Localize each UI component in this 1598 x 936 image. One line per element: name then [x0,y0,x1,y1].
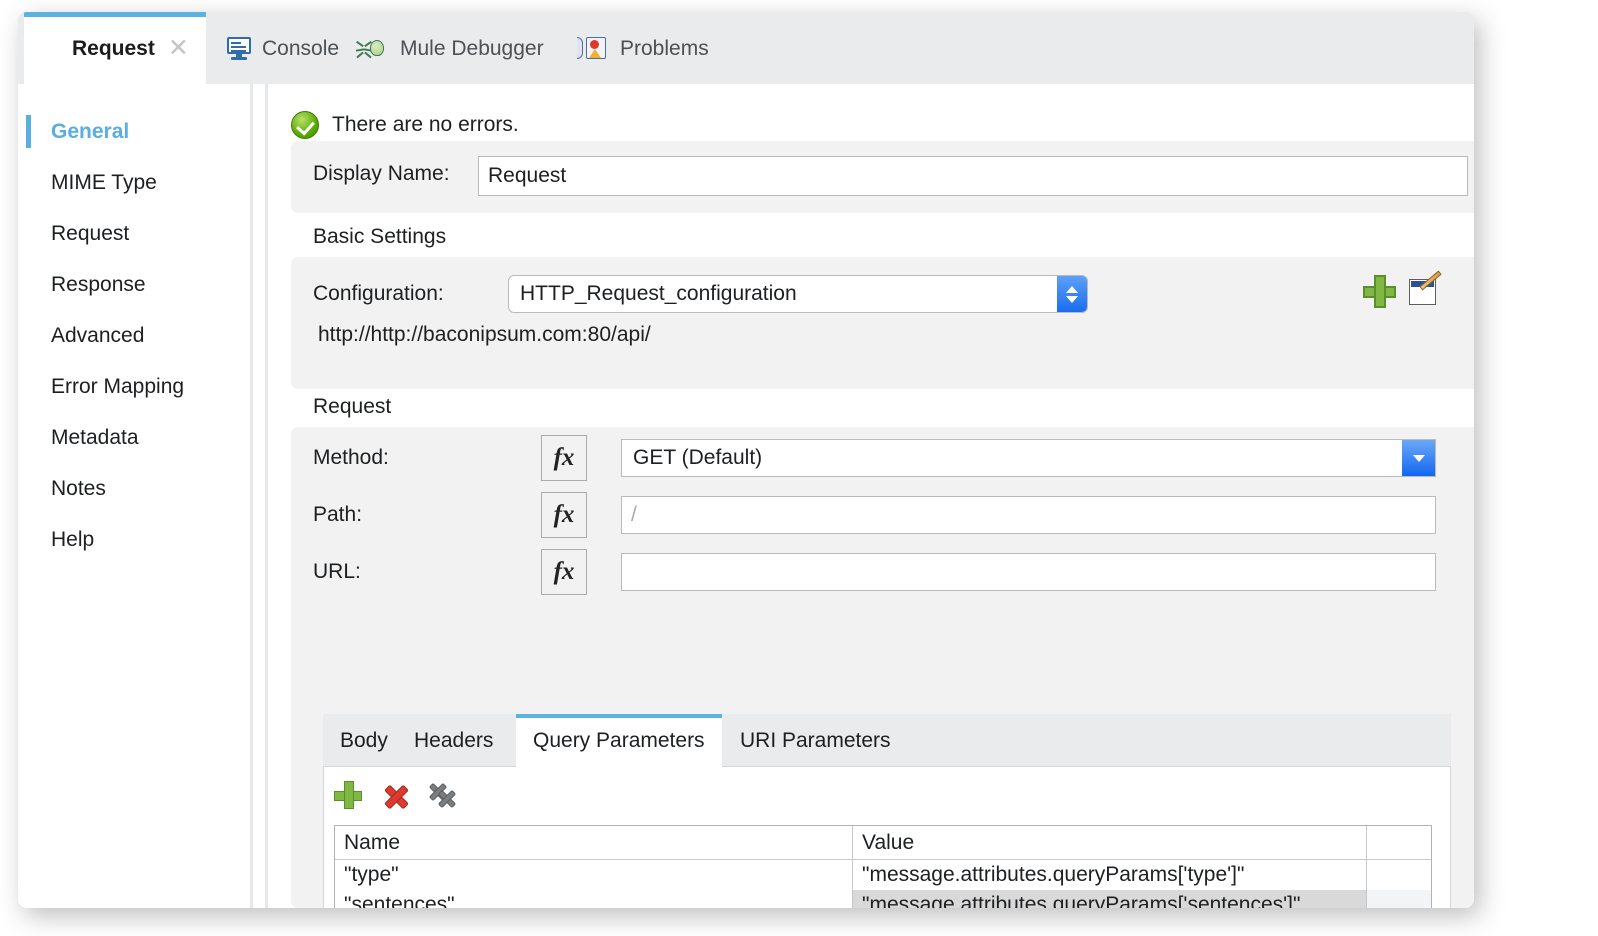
sidebar-item-notes[interactable]: Notes [18,463,250,514]
sidebar-divider [250,84,268,908]
tab-request[interactable]: Request ✕ [24,12,206,84]
sidebar-item-label: Error Mapping [51,375,184,399]
cell-spacer [1367,890,1431,908]
sidebar-item-mime-type[interactable]: MIME Type [18,157,250,208]
basic-settings-group: Configuration: HTTP_Request_configuratio… [291,257,1474,389]
chevron-down-icon[interactable] [1402,440,1435,476]
sidebar-item-response[interactable]: Response [18,259,250,310]
tab-mule-debugger-label: Mule Debugger [400,38,544,59]
sidebar-item-request[interactable]: Request [18,208,250,259]
request-param-tabbar: Body Headers Query Parameters URI Parame… [323,714,1451,767]
chevron-updown-icon[interactable] [1057,276,1087,312]
cell-name[interactable]: "sentences" [335,890,853,908]
delete-row-icon[interactable] [381,781,411,811]
cell-spacer [1367,860,1431,890]
tab-headers-label: Headers [414,729,493,753]
tab-problems-label: Problems [620,38,709,59]
tab-problems[interactable]: Problems [572,12,721,84]
configuration-label: Configuration: [313,282,444,306]
request-group-title: Request [313,395,391,419]
method-expression-button[interactable]: fx [541,435,587,481]
sidebar-item-error-mapping[interactable]: Error Mapping [18,361,250,412]
tab-uri-parameters-label: URI Parameters [740,729,891,753]
status-text: There are no errors. [332,113,519,137]
sidebar-item-label: Metadata [51,426,139,450]
sidebar-item-label: Request [51,222,129,246]
globe-icon [36,35,62,61]
table-row[interactable]: "sentences" "message.attributes.queryPar… [335,890,1431,908]
add-row-icon[interactable] [334,781,364,811]
display-name-input[interactable]: Request [478,156,1468,196]
problems-icon [584,35,610,61]
path-input[interactable]: / [621,496,1436,534]
tab-body-label: Body [340,729,388,753]
column-header-name[interactable]: Name [335,826,853,859]
column-header-spacer [1367,826,1431,859]
configuration-select[interactable]: HTTP_Request_configuration [508,275,1088,313]
column-header-value[interactable]: Value [853,826,1367,859]
check-circle-icon [291,111,319,139]
add-configuration-button[interactable] [1363,275,1396,308]
edit-configuration-button[interactable] [1408,275,1441,308]
sidebar-item-label: Help [51,528,94,552]
sidebar-item-advanced[interactable]: Advanced [18,310,250,361]
sidebar-item-label: Notes [51,477,106,501]
sidebar-item-metadata[interactable]: Metadata [18,412,250,463]
url-expression-button[interactable]: fx [541,549,587,595]
tab-query-parameters[interactable]: Query Parameters [516,714,722,767]
path-expression-button[interactable]: fx [541,492,587,538]
display-name-group: Display Name: Request [291,141,1474,213]
table-row[interactable]: "type" "message.attributes.queryParams['… [335,860,1431,890]
console-icon [226,35,252,61]
basic-settings-title: Basic Settings [313,225,446,249]
tab-console[interactable]: Console [214,12,351,84]
tab-request-label: Request [72,38,155,59]
close-icon[interactable]: ✕ [168,36,189,61]
method-label: Method: [313,446,389,470]
table-toolbar [334,781,458,811]
bug-icon [364,35,390,61]
tab-query-parameters-label: Query Parameters [533,729,705,753]
editor-body: General MIME Type Request Response Advan… [18,84,1474,908]
configuration-select-value: HTTP_Request_configuration [520,282,797,306]
editor-tab-strip: Request ✕ Console Mule Debugge [18,12,1474,84]
sidebar-item-label: Advanced [51,324,144,348]
tab-console-label: Console [262,38,339,59]
path-label: Path: [313,503,362,527]
tab-headers[interactable]: Headers [397,714,510,767]
cell-name[interactable]: "type" [335,860,853,890]
status-message: There are no errors. [291,111,519,139]
cell-value[interactable]: "message.attributes.queryParams['type']" [853,860,1367,890]
sidebar-item-label: Response [51,273,146,297]
method-select-value: GET (Default) [633,446,762,470]
table-header-row: Name Value [335,826,1431,860]
tab-uri-parameters[interactable]: URI Parameters [723,714,908,767]
tab-mule-debugger[interactable]: Mule Debugger [352,12,556,84]
settings-sidebar: General MIME Type Request Response Advan… [18,84,250,908]
configuration-url-hint: http://http://baconipsum.com:80/api/ [318,323,651,347]
properties-window: Request ✕ Console Mule Debugge [18,12,1474,908]
request-group: Method: fx GET (Default) Path: fx / URL:… [291,427,1474,908]
query-parameters-panel: Name Value "type" "message.attributes.qu… [323,767,1451,908]
sidebar-item-help[interactable]: Help [18,514,250,565]
url-label: URL: [313,560,361,584]
delete-all-rows-icon[interactable] [428,781,458,811]
sidebar-item-label: MIME Type [51,171,157,195]
sidebar-item-label: General [51,120,129,144]
url-input[interactable] [621,553,1436,591]
cell-value[interactable]: "message.attributes.queryParams['sentenc… [853,890,1367,908]
display-name-label: Display Name: [313,162,450,186]
tab-body[interactable]: Body [323,714,405,767]
query-parameters-table[interactable]: Name Value "type" "message.attributes.qu… [334,825,1432,908]
method-select[interactable]: GET (Default) [621,439,1436,477]
settings-main-panel: There are no errors. Display Name: Reque… [271,84,1474,908]
sidebar-item-general[interactable]: General [18,106,250,157]
